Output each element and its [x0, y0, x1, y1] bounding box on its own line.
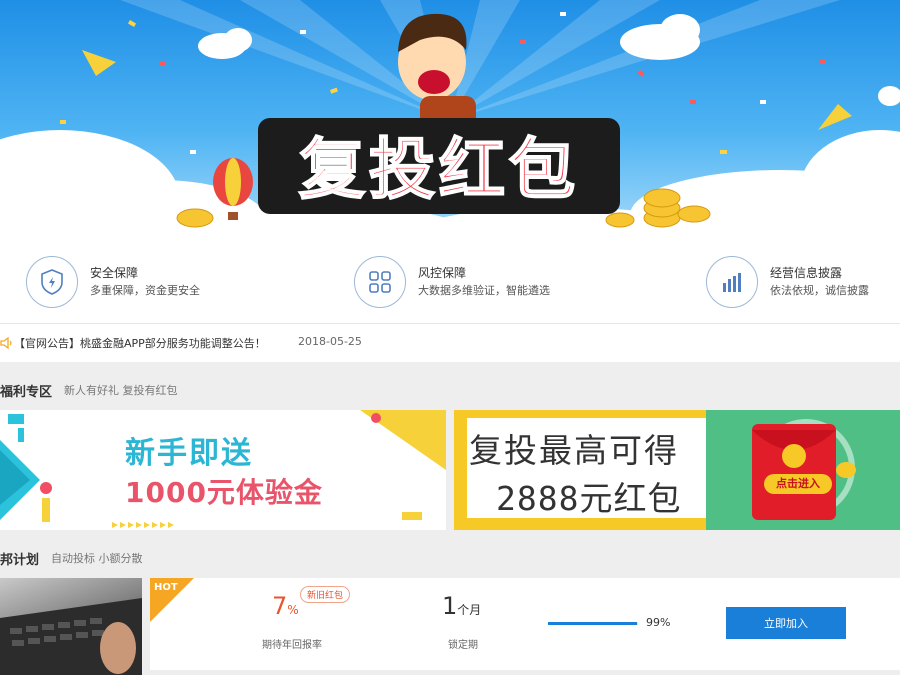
shield-icon — [26, 256, 78, 308]
progress-percent: 99% — [646, 616, 671, 629]
reinvest-line2: 2888元红包 — [496, 479, 682, 518]
progress-fill — [548, 622, 638, 625]
notice-date: 2018-05-25 — [298, 335, 362, 348]
features-bar: 安全保障 多重保障，资金更安全 风控保障 大数据多维验证，智能遴选 经营信息披露… — [0, 240, 900, 324]
hero-banner[interactable]: 复投红包 — [0, 0, 900, 240]
reinvest-green-panel: 点击进入 — [706, 410, 900, 530]
rate-value: 7% — [272, 592, 299, 620]
feature-title: 风控保障 — [418, 266, 467, 280]
feature-disclosure: 经营信息披露 依法依规，诚信披露 — [706, 256, 869, 308]
hero-title: 复投红包 — [299, 131, 579, 208]
notice-link[interactable]: 【官网公告】桃盛金融APP部分服务功能调整公告！ — [14, 335, 266, 351]
section-title: 福利专区 — [0, 384, 53, 400]
hero-illustration: 复投红包 — [0, 0, 900, 240]
feature-risk-control: 风控保障 大数据多维验证，智能遴选 — [354, 256, 550, 308]
feature-security: 安全保障 多重保障，资金更安全 — [26, 256, 200, 308]
feature-desc: 多重保障，资金更安全 — [90, 284, 200, 297]
grid-icon — [354, 256, 406, 308]
keyboard-photo — [0, 598, 142, 675]
hot-label: HOT — [154, 582, 178, 593]
rate-tag: 新旧红包 — [300, 586, 351, 603]
enter-button[interactable]: 点击进入 — [764, 474, 832, 494]
newbie-line1: 新手即送 — [125, 436, 253, 471]
rate-label: 期待年回报率 — [262, 640, 322, 651]
feature-title: 经营信息披露 — [770, 266, 843, 280]
join-button[interactable]: 立即加入 — [726, 607, 846, 639]
product-photo — [0, 578, 142, 675]
red-envelope-icon — [752, 419, 856, 520]
feature-desc: 依法依规，诚信披露 — [770, 284, 869, 297]
welfare-header: 福利专区 新人有好礼 复投有红包 — [0, 378, 900, 402]
section-subtitle: 自动投标 小额分散 — [51, 552, 143, 565]
period-label: 锁定期 — [448, 640, 478, 651]
progress-bar — [548, 622, 638, 625]
speaker-icon — [0, 336, 12, 350]
plan-header: 邦计划 自动投标 小额分散 — [0, 546, 900, 570]
notice-bar[interactable]: 【官网公告】桃盛金融APP部分服务功能调整公告！ 2018-05-25 — [0, 324, 900, 362]
period-value: 1个月 — [442, 592, 482, 620]
chart-bars-icon — [706, 256, 758, 308]
section-subtitle: 新人有好礼 复投有红包 — [64, 384, 178, 397]
section-title: 邦计划 — [0, 552, 40, 568]
newbie-line2: 1000元体验金 — [125, 476, 323, 509]
feature-title: 安全保障 — [90, 266, 139, 280]
feature-desc: 大数据多维验证，智能遴选 — [418, 284, 550, 297]
reinvest-line1: 复投最高可得 — [469, 431, 679, 470]
